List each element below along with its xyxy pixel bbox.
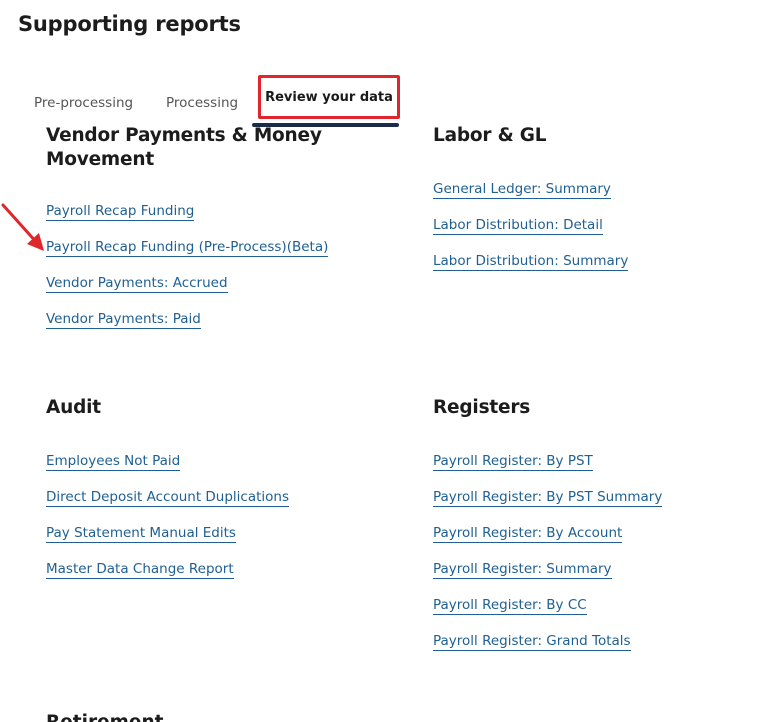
section-registers: Registers Payroll Register: By PST Payro… <box>433 396 733 666</box>
section-title-retirement: Retirement <box>46 712 164 722</box>
link-employees-not-paid[interactable]: Employees Not Paid <box>46 453 181 471</box>
list-item: Payroll Register: By Account <box>433 522 733 558</box>
list-item: Vendor Payments: Paid <box>46 308 376 344</box>
list-item: Vendor Payments: Accrued <box>46 272 376 308</box>
link-payroll-recap-funding[interactable]: Payroll Recap Funding <box>46 203 195 221</box>
link-payroll-register-summary[interactable]: Payroll Register: Summary <box>433 561 612 579</box>
link-direct-deposit-duplications[interactable]: Direct Deposit Account Duplications <box>46 489 290 507</box>
link-general-ledger-summary[interactable]: General Ledger: Summary <box>433 181 611 199</box>
list-item: Labor Distribution: Summary <box>433 250 733 286</box>
list-item: Labor Distribution: Detail <box>433 214 733 250</box>
link-payroll-register-by-pst[interactable]: Payroll Register: By PST <box>433 453 593 471</box>
list-item: Master Data Change Report <box>46 558 376 594</box>
link-payroll-register-by-pst-summary[interactable]: Payroll Register: By PST Summary <box>433 489 663 507</box>
list-item: Payroll Register: By PST <box>433 450 733 486</box>
section-title-vendor: Vendor Payments & Money Movement <box>46 125 322 170</box>
section-audit: Audit Employees Not Paid Direct Deposit … <box>46 396 376 594</box>
link-payroll-register-grand-totals[interactable]: Payroll Register: Grand Totals <box>433 633 631 651</box>
list-item: Payroll Register: By CC <box>433 594 733 630</box>
list-item: Payroll Register: Grand Totals <box>433 630 733 666</box>
link-payroll-register-by-account[interactable]: Payroll Register: By Account <box>433 525 623 543</box>
link-vendor-payments-accrued[interactable]: Vendor Payments: Accrued <box>46 275 228 293</box>
labor-links: General Ledger: Summary Labor Distributi… <box>433 178 733 286</box>
red-arrow-icon <box>1 203 44 251</box>
list-item: Payroll Recap Funding (Pre-Process)(Beta… <box>46 236 376 272</box>
section-labor-gl: Labor & GL General Ledger: Summary Labor… <box>433 124 733 286</box>
list-item: Employees Not Paid <box>46 450 376 486</box>
tab-review-your-data[interactable]: Review your data <box>258 75 400 119</box>
section-title-audit: Audit <box>46 397 101 418</box>
supporting-reports-page: Supporting reports Pre-processing Proces… <box>0 0 769 722</box>
list-item: Payroll Register: Summary <box>433 558 733 594</box>
link-labor-distribution-detail[interactable]: Labor Distribution: Detail <box>433 217 603 235</box>
link-vendor-payments-paid[interactable]: Vendor Payments: Paid <box>46 311 201 329</box>
tab-processing[interactable]: Processing <box>166 95 238 111</box>
list-item: Direct Deposit Account Duplications <box>46 486 376 522</box>
tab-pre-processing[interactable]: Pre-processing <box>34 95 133 111</box>
link-pay-statement-manual-edits[interactable]: Pay Statement Manual Edits <box>46 525 236 543</box>
list-item: Pay Statement Manual Edits <box>46 522 376 558</box>
vendor-links: Payroll Recap Funding Payroll Recap Fund… <box>46 200 376 344</box>
link-master-data-change-report[interactable]: Master Data Change Report <box>46 561 234 579</box>
link-labor-distribution-summary[interactable]: Labor Distribution: Summary <box>433 253 629 271</box>
list-item: General Ledger: Summary <box>433 178 733 214</box>
link-payroll-recap-funding-pre-process[interactable]: Payroll Recap Funding (Pre-Process)(Beta… <box>46 239 329 257</box>
report-tabs: Pre-processing Processing Review your da… <box>0 0 769 130</box>
list-item: Payroll Register: By PST Summary <box>433 486 733 522</box>
list-item: Payroll Recap Funding <box>46 200 376 236</box>
link-payroll-register-by-cc[interactable]: Payroll Register: By CC <box>433 597 587 615</box>
registers-links: Payroll Register: By PST Payroll Registe… <box>433 450 733 666</box>
section-vendor-payments: Vendor Payments & Money Movement Payroll… <box>46 124 376 344</box>
section-title-registers: Registers <box>433 397 531 418</box>
section-title-labor: Labor & GL <box>433 125 547 146</box>
audit-links: Employees Not Paid Direct Deposit Accoun… <box>46 450 376 594</box>
tab-review-label: Review your data <box>265 89 393 105</box>
